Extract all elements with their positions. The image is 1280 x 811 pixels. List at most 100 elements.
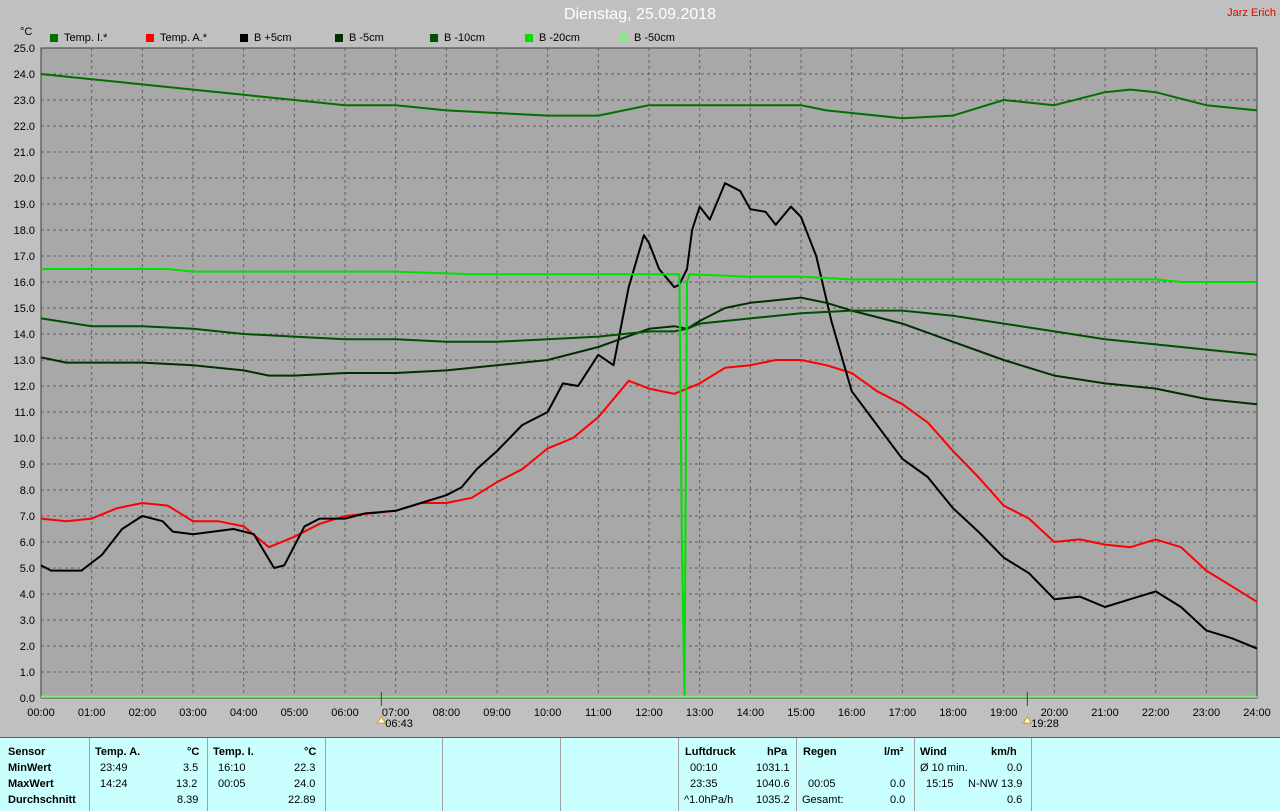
x-tick-label: 03:00 <box>179 707 207 719</box>
rain-unit: l/m² <box>884 746 904 758</box>
wind-max-dir: N-NW <box>968 778 998 790</box>
y-tick-label: 3.0 <box>20 615 35 627</box>
pressure-min-time: 00:10 <box>690 762 718 774</box>
rain-max: 0.0 <box>890 778 906 790</box>
temp-i-min: 22.3 <box>294 762 316 774</box>
y-tick-label: 20.0 <box>14 173 35 185</box>
sunset-marker-label: 19:28 <box>1031 718 1059 730</box>
wind-max: 13.9 <box>1001 778 1023 790</box>
x-tick-label: 04:00 <box>230 707 258 719</box>
x-tick-label: 23:00 <box>1193 707 1221 719</box>
x-tick-label: 13:00 <box>686 707 714 719</box>
pressure-unit: hPa <box>767 746 788 758</box>
x-tick-label: 06:00 <box>331 707 359 719</box>
rain-total: 0.0 <box>890 794 906 806</box>
y-tick-label: 8.0 <box>20 485 35 497</box>
x-tick-label: 18:00 <box>939 707 967 719</box>
wind-unit: km/h <box>991 746 1017 758</box>
y-tick-label: 25.0 <box>14 43 35 55</box>
pressure-header: Luftdruck <box>685 746 736 758</box>
x-tick-label: 10:00 <box>534 707 562 719</box>
row-label-min: MinWert <box>8 762 52 774</box>
wind-avg2: 0.6 <box>1007 794 1023 806</box>
temp-a-max-time: 14:24 <box>100 778 128 790</box>
temp-i-avg: 22.89 <box>288 794 316 806</box>
rain-max-time: 00:05 <box>808 778 836 790</box>
x-tick-label: 14:00 <box>737 707 765 719</box>
y-tick-label: 19.0 <box>14 199 35 211</box>
x-tick-label: 02:00 <box>129 707 157 719</box>
temp-i-min-time: 16:10 <box>218 762 246 774</box>
temp-a-unit: °C <box>187 746 200 758</box>
grid <box>40 47 1258 699</box>
y-tick-label: 6.0 <box>20 537 35 549</box>
temp-a-min: 3.5 <box>183 762 199 774</box>
divider <box>1031 738 1032 811</box>
wind-avg: 0.0 <box>1007 762 1023 774</box>
y-tick-label: 22.0 <box>14 121 35 133</box>
divider <box>442 738 443 811</box>
x-tick-label: 24:00 <box>1243 707 1271 719</box>
y-tick-label: 23.0 <box>14 95 35 107</box>
y-tick-label: 24.0 <box>14 69 35 81</box>
x-tick-label: 17:00 <box>889 707 917 719</box>
y-tick-label: 21.0 <box>14 147 35 159</box>
y-tick-label: 9.0 <box>20 459 35 471</box>
y-tick-label: 5.0 <box>20 563 35 575</box>
pressure-min: 1031.1 <box>756 762 790 774</box>
divider <box>207 738 208 811</box>
y-tick-label: 0.0 <box>20 693 35 705</box>
y-tick-label: 2.0 <box>20 641 35 653</box>
temp-a-min-time: 23:49 <box>100 762 128 774</box>
divider <box>89 738 90 811</box>
y-tick-label: 13.0 <box>14 355 35 367</box>
wind-avg-label: Ø 10 min. <box>920 762 968 774</box>
y-tick-label: 12.0 <box>14 381 35 393</box>
x-tick-label: 15:00 <box>787 707 815 719</box>
temp-i-unit: °C <box>304 746 317 758</box>
pressure-trend-value: 1035.2 <box>756 794 790 806</box>
line-chart: 0.0 1.0 2.0 3.0 4.0 5.0 6.0 7.0 8.0 9.0 10.0 11.0 12… <box>14 43 1271 730</box>
divider <box>325 738 326 811</box>
wind-max-time: 15:15 <box>926 778 954 790</box>
divider <box>560 738 561 811</box>
divider <box>678 738 679 811</box>
x-tick-label: 00:00 <box>27 707 55 719</box>
pressure-max-time: 23:35 <box>690 778 718 790</box>
y-axis-ticks: 0.0 1.0 2.0 3.0 4.0 5.0 6.0 7.0 8.0 9.0 10.0 11.0 12… <box>14 43 35 705</box>
y-tick-label: 11.0 <box>14 407 35 419</box>
temp-a-avg: 8.39 <box>177 794 199 806</box>
x-tick-label: 08:00 <box>433 707 461 719</box>
temp-i-header: Temp. I. <box>213 746 254 758</box>
x-tick-label: 09:00 <box>483 707 511 719</box>
y-tick-label: 1.0 <box>20 667 35 679</box>
x-tick-label: 22:00 <box>1142 707 1170 719</box>
pressure-max: 1040.6 <box>756 778 790 790</box>
x-tick-label: 05:00 <box>281 707 309 719</box>
y-tick-label: 7.0 <box>20 511 35 523</box>
statistics-panel: Sensor MinWert MaxWert Durchschnitt Temp… <box>0 737 1280 811</box>
sun-icon <box>1022 716 1033 724</box>
y-tick-label: 15.0 <box>14 303 35 315</box>
y-tick-label: 14.0 <box>14 329 35 341</box>
x-tick-label: 16:00 <box>838 707 866 719</box>
y-tick-label: 16.0 <box>14 277 35 289</box>
y-tick-label: 18.0 <box>14 225 35 237</box>
y-tick-label: 17.0 <box>14 251 35 263</box>
temp-a-header: Temp. A. <box>95 746 141 758</box>
sunrise-marker-label: 06:43 <box>385 718 413 730</box>
x-axis-ticks: 00:00 01:00 02:00 03:00 04:00 05:00 06:00 07:00… <box>27 707 1271 719</box>
row-label-avg: Durchschnitt <box>8 794 76 806</box>
x-tick-label: 19:00 <box>990 707 1018 719</box>
divider <box>914 738 915 811</box>
temp-i-max: 24.0 <box>294 778 316 790</box>
row-label-max: MaxWert <box>8 778 54 790</box>
x-tick-label: 12:00 <box>635 707 663 719</box>
x-tick-label: 01:00 <box>78 707 106 719</box>
temp-i-max-time: 00:05 <box>218 778 246 790</box>
rain-total-label: Gesamt: <box>802 794 844 806</box>
wind-header: Wind <box>920 746 947 758</box>
temp-a-max: 13.2 <box>176 778 198 790</box>
y-tick-label: 4.0 <box>20 589 35 601</box>
rain-header: Regen <box>803 746 837 758</box>
